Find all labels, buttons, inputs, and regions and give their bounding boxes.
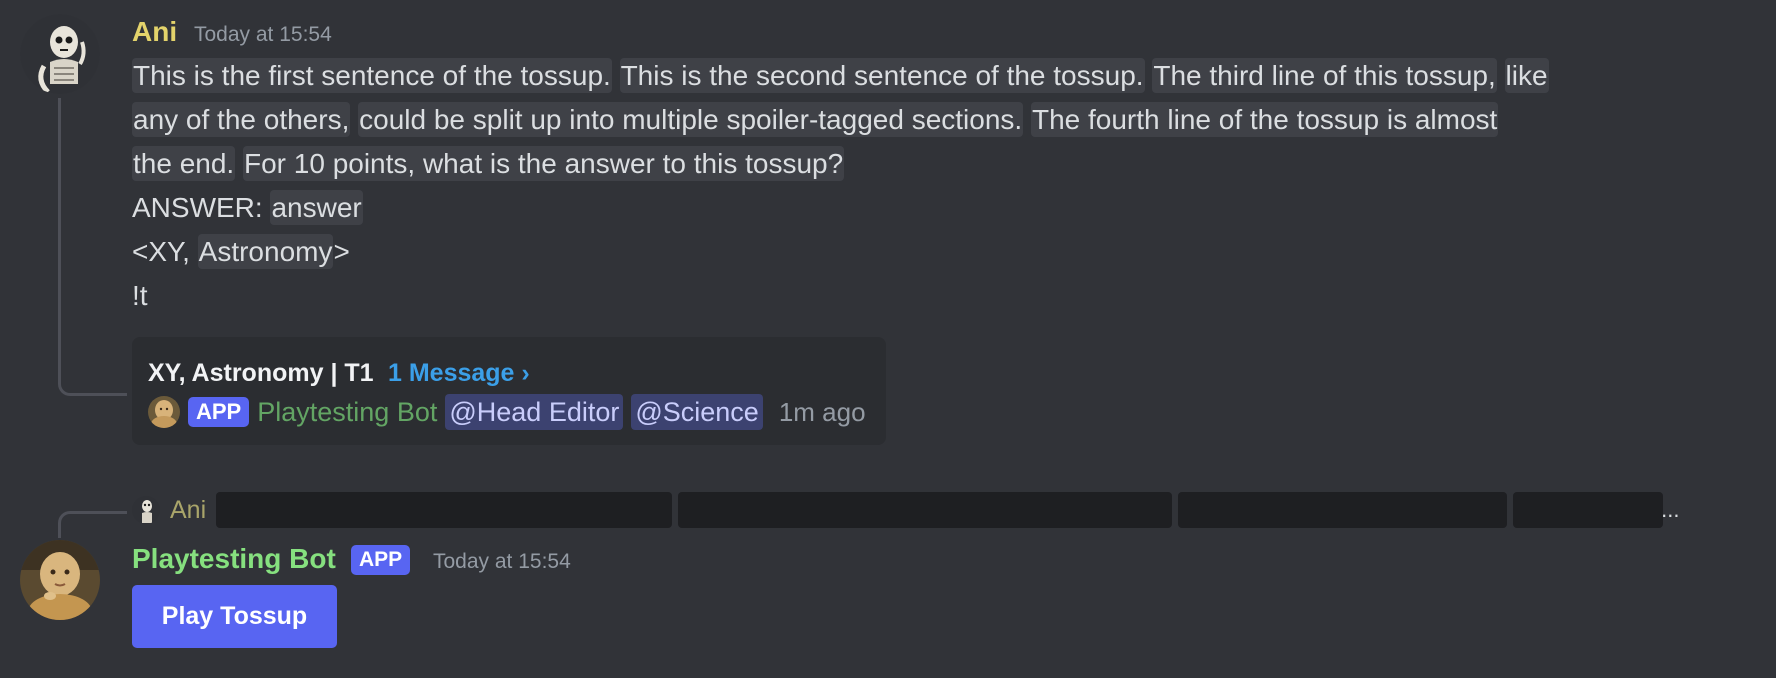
thread-message-count-link[interactable]: 1 Message › bbox=[388, 359, 530, 388]
reply-ellipsis: ... bbox=[1661, 497, 1680, 522]
skeleton-avatar-icon bbox=[20, 14, 100, 94]
reply-preview[interactable]: Ani ... bbox=[132, 492, 1679, 528]
message-timestamp: Today at 15:54 bbox=[194, 23, 332, 46]
thread-time-ago: 1m ago bbox=[778, 396, 866, 427]
thread-last-message: APP Playtesting Bot @Head Editor @Scienc… bbox=[148, 393, 866, 431]
reply-connector-line bbox=[58, 511, 127, 538]
spoiler-segment[interactable]: For 10 points, what is the answer to thi… bbox=[242, 146, 845, 181]
reply-spoiler-segment[interactable] bbox=[1178, 492, 1508, 528]
tossup-line-2: any of the others, could be split up int… bbox=[132, 98, 1692, 142]
spoiler-segment[interactable]: This is the second sentence of the tossu… bbox=[619, 58, 1145, 93]
ani-avatar[interactable] bbox=[20, 14, 100, 94]
thread-bot-name[interactable]: Playtesting Bot bbox=[257, 397, 437, 428]
play-tossup-button[interactable]: Play Tossup bbox=[132, 585, 337, 648]
spoiler-segment[interactable]: the end. bbox=[132, 146, 236, 181]
bot-username[interactable]: Playtesting Bot bbox=[132, 545, 336, 573]
message-timestamp: Today at 15:54 bbox=[433, 550, 571, 573]
bot-avatar-icon bbox=[20, 540, 100, 620]
category-spoiler[interactable]: Astronomy bbox=[197, 234, 334, 269]
app-badge: APP bbox=[188, 397, 250, 427]
tossup-line-1: This is the first sentence of the tossup… bbox=[132, 54, 1692, 98]
answer-spoiler[interactable]: answer bbox=[270, 190, 363, 225]
reply-spoiler-segment[interactable] bbox=[1513, 492, 1664, 528]
app-badge: APP bbox=[351, 545, 411, 575]
spoiler-segment[interactable]: like bbox=[1504, 58, 1549, 93]
thread-connector-line bbox=[58, 98, 127, 396]
answer-label: ANSWER: bbox=[132, 192, 271, 223]
bot-avatar[interactable] bbox=[20, 540, 100, 620]
category-line: <XY, Astronomy> bbox=[132, 230, 1692, 274]
message-content: This is the first sentence of the tossup… bbox=[132, 54, 1692, 318]
mention-head-editor[interactable]: @Head Editor bbox=[445, 394, 624, 430]
bot-avatar-icon bbox=[148, 396, 180, 428]
reply-avatar bbox=[132, 496, 160, 524]
ani-username[interactable]: Ani bbox=[132, 18, 177, 46]
reply-author-name[interactable]: Ani bbox=[170, 496, 206, 525]
spoiler-segment[interactable]: This is the first sentence of the tossup… bbox=[132, 58, 612, 93]
spoiler-segment[interactable]: The third line of this tossup, bbox=[1152, 58, 1497, 93]
spoiler-segment[interactable]: any of the others, bbox=[132, 102, 351, 137]
answer-line: ANSWER: answer bbox=[132, 186, 1692, 230]
category-suffix: > bbox=[333, 236, 350, 267]
tossup-line-3: the end. For 10 points, what is the answ… bbox=[132, 142, 1692, 186]
bot-mini-avatar bbox=[148, 396, 180, 428]
category-prefix: <XY, bbox=[132, 236, 198, 267]
thread-title[interactable]: XY, Astronomy | T1 bbox=[148, 359, 374, 388]
thread-card[interactable]: XY, Astronomy | T1 1 Message › APP Playt… bbox=[132, 337, 886, 445]
command-line: !t bbox=[132, 280, 148, 311]
reply-spoiler-segment[interactable] bbox=[678, 492, 1173, 528]
mention-science[interactable]: @Science bbox=[631, 394, 763, 430]
spoiler-segment[interactable]: The fourth line of the tossup is almost bbox=[1030, 102, 1499, 137]
spoiler-segment[interactable]: could be split up into multiple spoiler-… bbox=[358, 102, 1024, 137]
reply-spoiler-segment[interactable] bbox=[216, 492, 673, 528]
skeleton-avatar-icon bbox=[132, 496, 160, 524]
